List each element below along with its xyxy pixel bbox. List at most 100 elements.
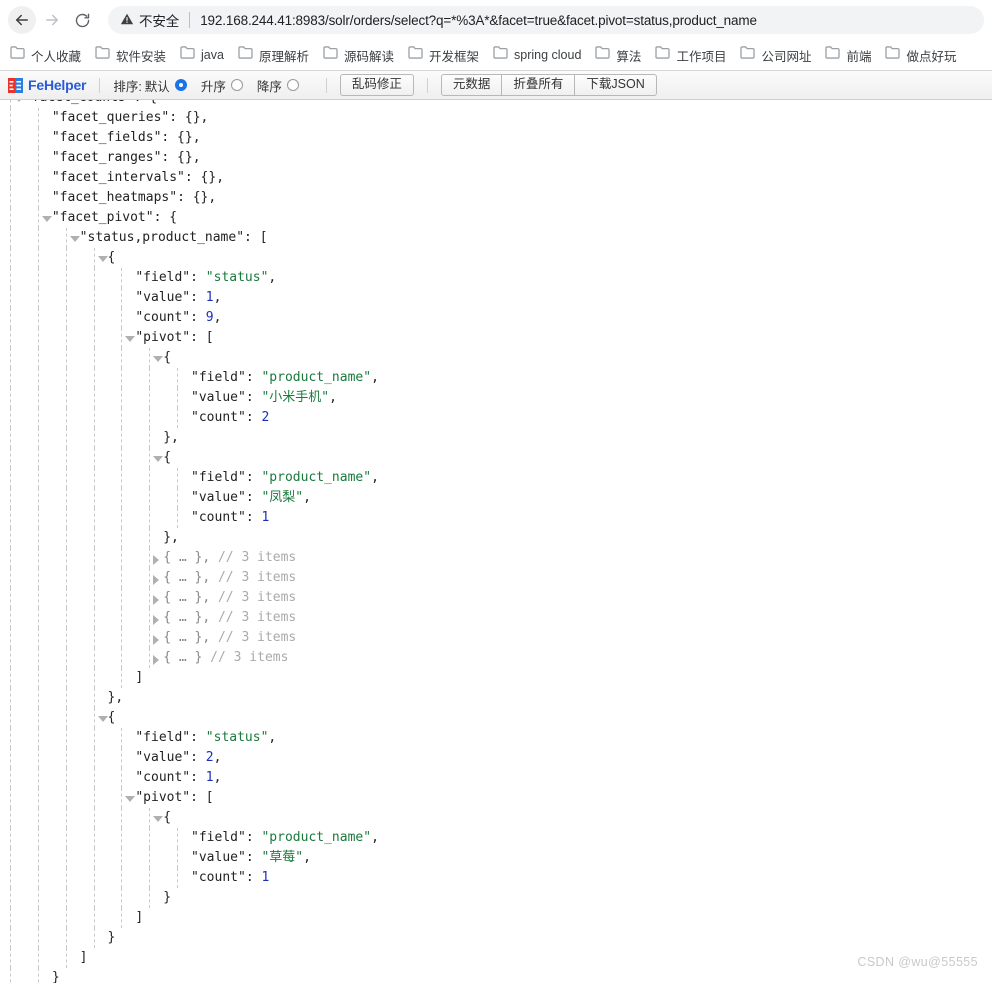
collapse-triangle-icon[interactable] [97, 716, 108, 722]
bookmark-item[interactable]: 软件安装 [89, 43, 172, 68]
json-line-text: ] [0, 670, 143, 685]
json-token: "field" [191, 370, 246, 385]
collapse-triangle-icon[interactable] [153, 816, 164, 822]
json-line: "value": 2, [0, 748, 992, 768]
json-token: { [107, 250, 116, 265]
expand-triangle-icon[interactable] [153, 555, 160, 565]
json-line-text: { … }, // 3 items [0, 610, 296, 625]
json-line: { [0, 708, 992, 728]
bookmark-label: 工作项目 [676, 49, 727, 64]
json-token: "pivot" [135, 330, 191, 345]
json-token: "status" [205, 270, 269, 285]
json-token: "facet_queries" [51, 110, 170, 125]
radio-button[interactable] [174, 79, 187, 91]
encoding-fix-button[interactable]: 乱码修正 [339, 74, 414, 96]
json-token: "facet_intervals" [51, 170, 185, 185]
expand-triangle-icon[interactable] [153, 655, 160, 665]
bookmark-label: 个人收藏 [31, 49, 82, 64]
sort-option-1[interactable]: 默认 [145, 76, 187, 95]
json-viewer-pane[interactable]: "facet_counts": {"facet_queries": {},"fa… [0, 100, 992, 983]
security-status[interactable]: 不安全 [120, 10, 179, 30]
expand-triangle-icon[interactable] [153, 595, 160, 605]
bookmark-item[interactable]: 做点好玩 [879, 43, 962, 68]
toolbar-divider-3 [426, 77, 428, 93]
json-line: ] [0, 908, 992, 928]
json-line-text: "field": "product_name", [0, 470, 379, 485]
bookmark-item[interactable]: spring cloud [487, 43, 587, 67]
json-line: { [0, 808, 992, 828]
json-token: "status" [205, 730, 269, 745]
collapse-triangle-icon[interactable] [97, 256, 108, 262]
sort-option-2[interactable]: 升序 [201, 76, 243, 95]
bookmark-item[interactable]: 前端 [819, 43, 877, 68]
json-line-text: "facet_heatmaps": {}, [0, 190, 216, 205]
bookmark-item[interactable]: 公司网址 [734, 43, 817, 68]
action-button-2[interactable]: 折叠所有 [502, 74, 576, 96]
bookmark-item[interactable]: 个人收藏 [4, 43, 87, 68]
reload-button[interactable] [68, 6, 96, 34]
json-token: "小米手机" [261, 390, 330, 405]
json-line: "pivot": [ [0, 788, 992, 808]
json-token: : [ [190, 790, 214, 805]
json-token: }, [163, 530, 179, 545]
collapse-triangle-icon[interactable] [153, 456, 164, 462]
radio-button[interactable] [286, 79, 299, 91]
json-token: // 3 items [210, 590, 297, 605]
bookmark-item[interactable]: 原理解析 [232, 43, 315, 68]
folder-icon [885, 46, 901, 64]
bookmark-item[interactable]: 源码解读 [317, 43, 400, 68]
json-line: "facet_pivot": { [0, 208, 992, 228]
json-line: { … }, // 3 items [0, 628, 992, 648]
bookmark-item[interactable]: 工作项目 [649, 43, 732, 68]
json-token: , [371, 830, 379, 845]
collapse-triangle-icon[interactable] [69, 236, 80, 242]
action-button-3[interactable]: 下载JSON [575, 74, 657, 96]
json-token: : [190, 290, 206, 305]
json-token: : [190, 770, 206, 785]
json-line-text: { … }, // 3 items [0, 590, 296, 605]
json-line-text: "facet_intervals": {}, [0, 170, 224, 185]
json-line-text: { … }, // 3 items [0, 550, 296, 565]
sort-option-3[interactable]: 降序 [257, 76, 299, 95]
expand-triangle-icon[interactable] [153, 635, 160, 645]
bookmark-item[interactable]: 算法 [589, 43, 647, 68]
bookmark-item[interactable]: java [174, 43, 230, 67]
json-token: "field" [191, 830, 246, 845]
bookmark-item[interactable]: 开发框架 [402, 43, 485, 68]
json-token: 1 [261, 510, 270, 525]
json-line: "value": 1, [0, 288, 992, 308]
json-token: : [245, 850, 262, 865]
json-line-text: { [0, 450, 171, 465]
json-line: "count": 1 [0, 868, 992, 888]
collapse-triangle-icon[interactable] [14, 100, 24, 102]
json-token: // 3 items [202, 650, 289, 665]
json-token: "count" [135, 310, 191, 325]
toolbar-divider-2 [325, 77, 327, 93]
radio-button[interactable] [230, 79, 243, 91]
json-line-text: "count": 2 [0, 410, 269, 425]
bookmark-label: 做点好玩 [906, 49, 957, 64]
action-button-1[interactable]: 元数据 [440, 74, 503, 96]
collapse-triangle-icon[interactable] [41, 216, 52, 222]
toolbar-divider-1 [99, 77, 101, 93]
json-token: { … }, [163, 590, 211, 605]
json-token: : [190, 270, 206, 285]
collapse-triangle-icon[interactable] [125, 796, 136, 802]
json-line: }, [0, 528, 992, 548]
json-line: "facet_fields": {}, [0, 128, 992, 148]
back-button[interactable] [8, 6, 36, 34]
collapse-triangle-icon[interactable] [125, 336, 136, 342]
json-line: } [0, 888, 992, 908]
expand-triangle-icon[interactable] [153, 615, 160, 625]
address-bar[interactable]: 不安全 192.168.244.41:8983/solr/orders/sele… [108, 6, 984, 34]
expand-triangle-icon[interactable] [153, 575, 160, 585]
json-token: "facet_fields" [51, 130, 162, 145]
json-line-text: { … } // 3 items [0, 650, 288, 665]
json-token: "product_name" [261, 370, 372, 385]
json-line: "field": "status", [0, 728, 992, 748]
collapse-triangle-icon[interactable] [153, 356, 164, 362]
forward-button[interactable] [38, 6, 66, 34]
json-line: "facet_ranges": {}, [0, 148, 992, 168]
json-token: "product_name" [261, 470, 372, 485]
json-line: "count": 1, [0, 768, 992, 788]
